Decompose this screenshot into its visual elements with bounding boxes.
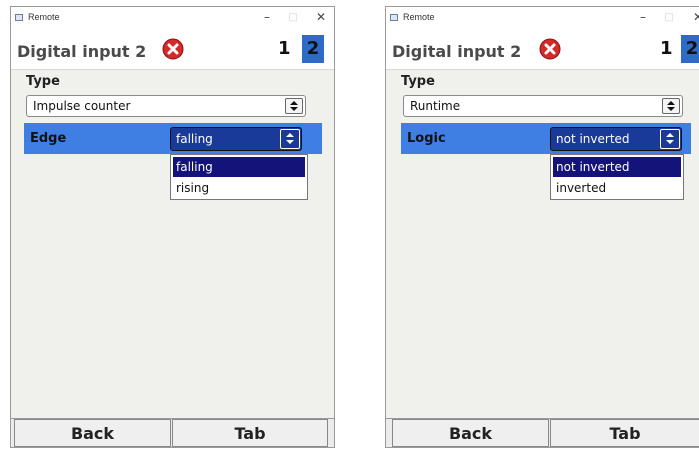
window-titlebar: Remote – □ ✕ xyxy=(11,7,334,31)
type-select-value: Impulse counter xyxy=(33,99,131,113)
edge-select-value: falling xyxy=(176,132,213,146)
page-indicator-1[interactable]: 1 xyxy=(660,38,673,59)
logic-dropdown-list: not inverted inverted xyxy=(550,154,684,200)
type-label: Type xyxy=(26,74,60,89)
logic-select[interactable]: not inverted xyxy=(550,127,682,151)
app-body: Digital input 2 1 2 Type Runtime Logic n… xyxy=(386,31,699,447)
footer-bar: Back Tab xyxy=(11,418,334,447)
type-select-value: Runtime xyxy=(410,99,461,113)
error-icon[interactable] xyxy=(162,38,184,60)
app-window-icon xyxy=(390,14,398,21)
up-down-spinner-icon[interactable] xyxy=(660,129,680,149)
tab-button[interactable]: Tab xyxy=(550,419,699,447)
remote-window-left: Remote – □ ✕ Digital input 2 1 2 Type Im… xyxy=(10,6,335,448)
error-icon[interactable] xyxy=(539,38,561,60)
logic-select-value: not inverted xyxy=(556,132,630,146)
minimize-button[interactable]: – xyxy=(264,10,270,24)
logic-label: Logic xyxy=(407,131,446,146)
maximize-button[interactable]: □ xyxy=(289,12,298,23)
tab-button[interactable]: Tab xyxy=(172,419,328,447)
dropdown-option-falling[interactable]: falling xyxy=(173,157,305,177)
up-down-spinner-icon[interactable] xyxy=(662,98,680,114)
minimize-button[interactable]: – xyxy=(640,10,646,24)
remote-window-right: Remote – □ ✕ Digital input 2 1 2 Type Ru… xyxy=(385,6,699,448)
edge-label: Edge xyxy=(30,131,67,146)
up-down-spinner-icon[interactable] xyxy=(280,129,300,149)
app-body: Digital input 2 1 2 Type Impulse counter… xyxy=(11,31,334,447)
edge-dropdown-list: falling rising xyxy=(170,154,308,200)
back-button[interactable]: Back xyxy=(392,419,549,447)
screen-header: Digital input 2 1 2 xyxy=(11,31,334,70)
window-title: Remote xyxy=(28,12,60,22)
edge-select[interactable]: falling xyxy=(170,127,302,151)
window-title: Remote xyxy=(403,12,435,22)
page-indicator-1[interactable]: 1 xyxy=(278,38,291,59)
screen-header: Digital input 2 1 2 xyxy=(386,31,699,70)
footer-bar: Back Tab xyxy=(386,418,699,447)
dropdown-option-rising[interactable]: rising xyxy=(173,178,305,198)
app-window-icon xyxy=(15,14,23,21)
param-row-logic[interactable]: Logic not inverted xyxy=(401,123,691,154)
dropdown-option-inverted[interactable]: inverted xyxy=(553,178,681,198)
page-indicator-2[interactable]: 2 xyxy=(681,35,699,63)
type-select[interactable]: Impulse counter xyxy=(26,95,306,117)
param-row-edge[interactable]: Edge falling xyxy=(24,123,322,154)
back-button[interactable]: Back xyxy=(14,419,171,447)
up-down-spinner-icon[interactable] xyxy=(285,98,303,114)
dropdown-option-not-inverted[interactable]: not inverted xyxy=(553,157,681,177)
type-label: Type xyxy=(401,74,435,89)
type-select[interactable]: Runtime xyxy=(403,95,683,117)
page-title: Digital input 2 xyxy=(392,42,522,61)
close-button[interactable]: ✕ xyxy=(316,10,326,24)
close-button[interactable]: ✕ xyxy=(693,10,699,24)
window-titlebar: Remote – □ ✕ xyxy=(386,7,699,31)
maximize-button[interactable]: □ xyxy=(665,12,674,23)
page-title: Digital input 2 xyxy=(17,42,147,61)
page-indicator-2[interactable]: 2 xyxy=(302,35,324,63)
